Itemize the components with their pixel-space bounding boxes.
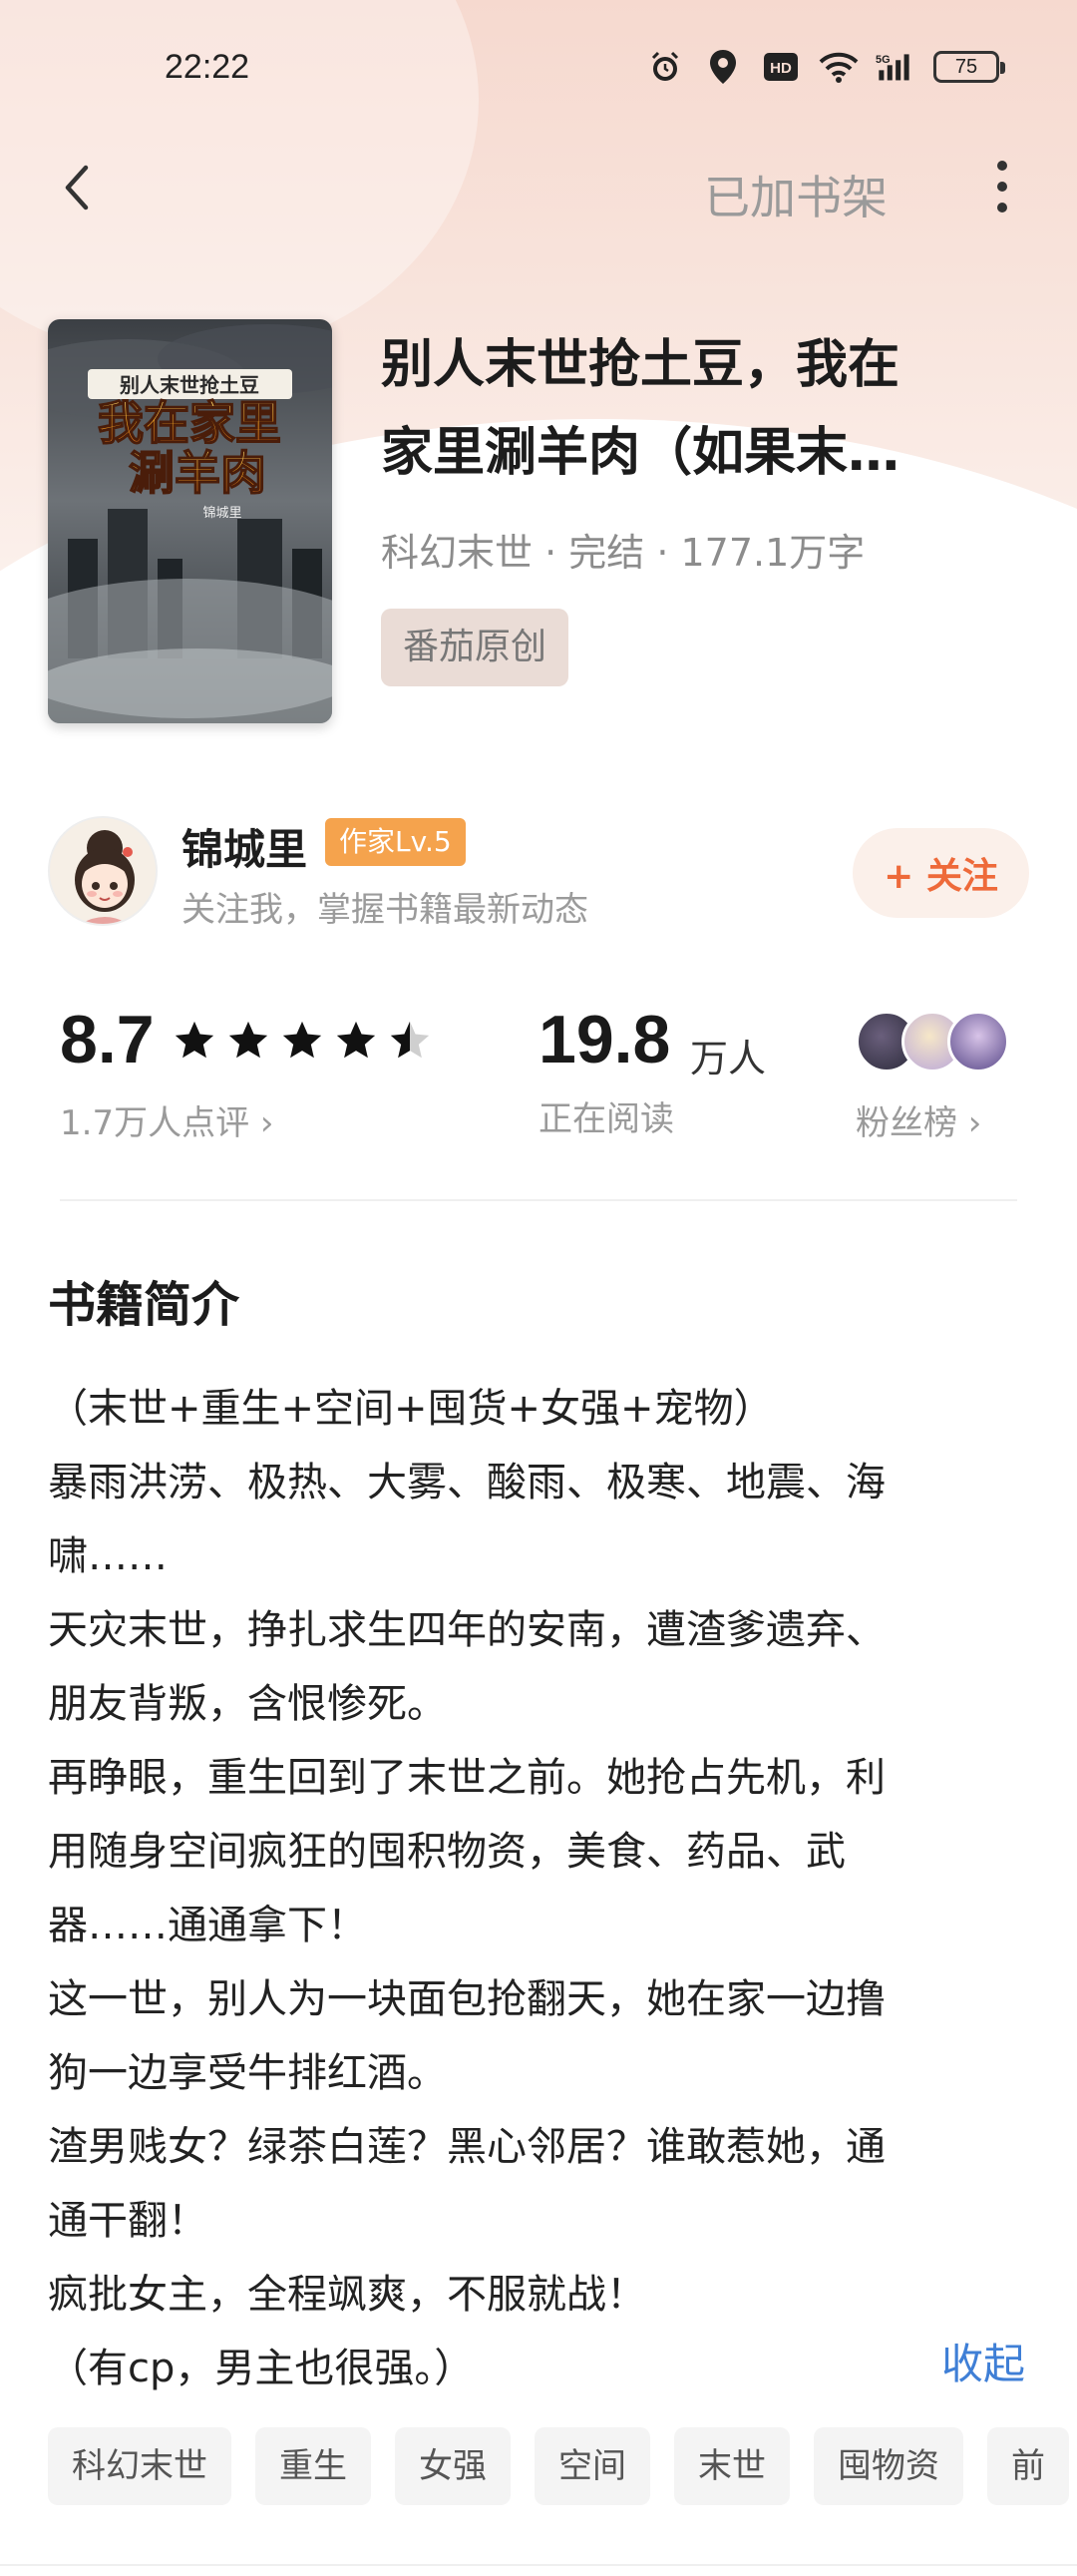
status-time: 22:22 [165, 48, 250, 86]
bottom-divider [0, 2564, 1077, 2566]
cover-author: 锦城里 [202, 506, 241, 521]
added-to-shelf-button[interactable]: 已加书架 [704, 162, 888, 227]
intro-line: 朋友背叛，含恨惨死。 [48, 1681, 447, 1727]
tag-list: 科幻末世 重生 女强 空间 末世 囤物资 前 [48, 2427, 1069, 2505]
cover-title-line2: 涮羊肉 [129, 446, 266, 500]
star-icon [228, 1021, 268, 1059]
star-icon [282, 1021, 322, 1059]
alarm-icon [644, 46, 686, 88]
book-cover[interactable]: 别人末世抢土豆 我在家里 涮羊肉 锦城里 [48, 319, 332, 723]
top-nav: 已加书架 [0, 140, 1077, 239]
rating-score: 8.7 [60, 1002, 155, 1077]
readers-unit: 万人 [690, 1037, 767, 1080]
tag-chip[interactable]: 科幻末世 [48, 2427, 231, 2505]
intro-line: （有cp，男主也很强。） [48, 2346, 475, 2391]
intro-line: 用随身空间疯狂的囤积物资，美食、药品、武 [48, 1829, 846, 1875]
5g-signal-icon: 5G [876, 46, 917, 88]
rating-count-link[interactable]: 1.7万人点评 › [60, 1095, 273, 1144]
intro-line: （末世+重生+空间+囤货+女强+宠物） [48, 1386, 774, 1432]
intro-line: 再睁眼，重生回到了末世之前。她抢占先机，利 [48, 1755, 886, 1801]
intro-line: 天灾末世，挣扎求生四年的安南，遭渣爹遗弃、 [48, 1607, 886, 1653]
author-name[interactable]: 锦城里 [181, 816, 307, 877]
intro-text: （末世+重生+空间+囤货+女强+宠物） 暴雨洪涝、极热、大雾、酸雨、极寒、地震、… [48, 1372, 1005, 2405]
publisher-tag[interactable]: 番茄原创 [381, 609, 569, 686]
cover-title-line1: 我在家里 [98, 396, 281, 450]
author-subtitle: 关注我，掌握书籍最新动态 [181, 890, 588, 930]
book-title: 别人末世抢土豆，我在 家里涮羊肉（如果末… [381, 321, 1019, 497]
star-rating [172, 1018, 433, 1064]
readers-label: 正在阅读 [538, 1099, 674, 1139]
tag-chip[interactable]: 女强 [395, 2427, 511, 2505]
section-divider [60, 1199, 1017, 1201]
wifi-icon [818, 46, 860, 88]
status-bar: 22:22 HD 5G 75 [0, 40, 1077, 100]
location-icon [702, 46, 744, 88]
intro-line: 这一世，别人为一块面包抢翻天，她在家一边撸 [48, 1976, 886, 2022]
book-title-line1: 别人末世抢土豆，我在 [381, 335, 900, 395]
intro-line: 渣男贱女？绿茶白莲？黑心邻居？谁敢惹她，通 [48, 2124, 886, 2170]
book-meta: 科幻末世 · 完结 · 177.1万字 [381, 531, 866, 575]
tag-chip[interactable]: 末世 [674, 2427, 790, 2505]
tag-chip[interactable]: 前 [987, 2427, 1069, 2505]
intro-line: 暴雨洪涝、极热、大雾、酸雨、极寒、地震、海 [48, 1460, 886, 1505]
svg-text:HD: HD [770, 60, 792, 77]
intro-heading: 书籍简介 [48, 1277, 240, 1333]
tag-chip[interactable]: 重生 [255, 2427, 371, 2505]
intro-line: 器……通通拿下！ [48, 1903, 367, 1948]
tag-chip[interactable]: 空间 [535, 2427, 650, 2505]
chevron-left-icon[interactable] [50, 158, 110, 217]
svg-text:5G: 5G [876, 54, 891, 66]
battery-indicator: 75 [933, 51, 1005, 83]
follow-button[interactable]: + 关注 [853, 828, 1029, 918]
intro-line: 啸…… [48, 1533, 168, 1579]
intro-line: 疯批女主，全程飒爽，不服就战！ [48, 2272, 646, 2318]
hd-icon: HD [760, 46, 802, 88]
follow-label: + 关注 [884, 856, 998, 897]
more-vertical-icon[interactable] [977, 152, 1027, 221]
collapse-button[interactable]: 收起 [941, 2331, 1025, 2391]
star-icon [175, 1021, 214, 1059]
book-title-line2: 家里涮羊肉（如果末… [381, 423, 900, 483]
fans-ranking-link[interactable]: 粉丝榜 › [856, 1095, 981, 1144]
author-level-badge: 作家Lv.5 [325, 818, 466, 866]
half-star-icon [390, 1021, 430, 1059]
intro-line: 通干翻！ [48, 2198, 207, 2244]
star-icon [336, 1021, 376, 1059]
status-icons: HD 5G 75 [644, 46, 1005, 88]
fans-avatars[interactable] [856, 1011, 1015, 1073]
tag-chip[interactable]: 囤物资 [814, 2427, 963, 2505]
author-avatar[interactable] [48, 816, 158, 926]
fan-avatar [947, 1011, 1009, 1073]
intro-line: 狗一边享受牛排红酒。 [48, 2050, 447, 2096]
readers-count: 19.8 [538, 1002, 671, 1077]
cover-top-title: 别人末世抢土豆 [119, 373, 259, 397]
